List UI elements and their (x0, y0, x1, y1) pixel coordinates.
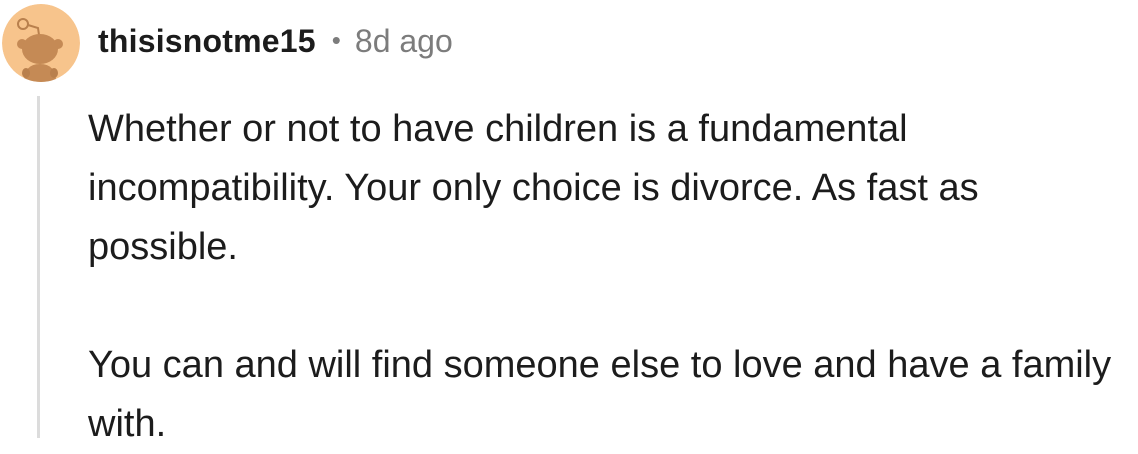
timestamp[interactable]: 8d ago (355, 23, 453, 60)
snoo-avatar-icon (2, 4, 80, 82)
comment: thisisnotme15 • 8d ago Whether or not to… (0, 0, 1138, 445)
comment-paragraph: You can and will find someone else to lo… (88, 344, 1112, 445)
thread-line[interactable] (37, 96, 40, 438)
username[interactable]: thisisnotme15 (98, 23, 316, 60)
comment-header: thisisnotme15 • 8d ago (98, 18, 453, 64)
avatar[interactable] (2, 4, 80, 82)
comment-body: Whether or not to have children is a fun… (88, 100, 1133, 454)
separator-dot: • (331, 24, 341, 55)
comment-paragraph: Whether or not to have children is a fun… (88, 108, 979, 268)
